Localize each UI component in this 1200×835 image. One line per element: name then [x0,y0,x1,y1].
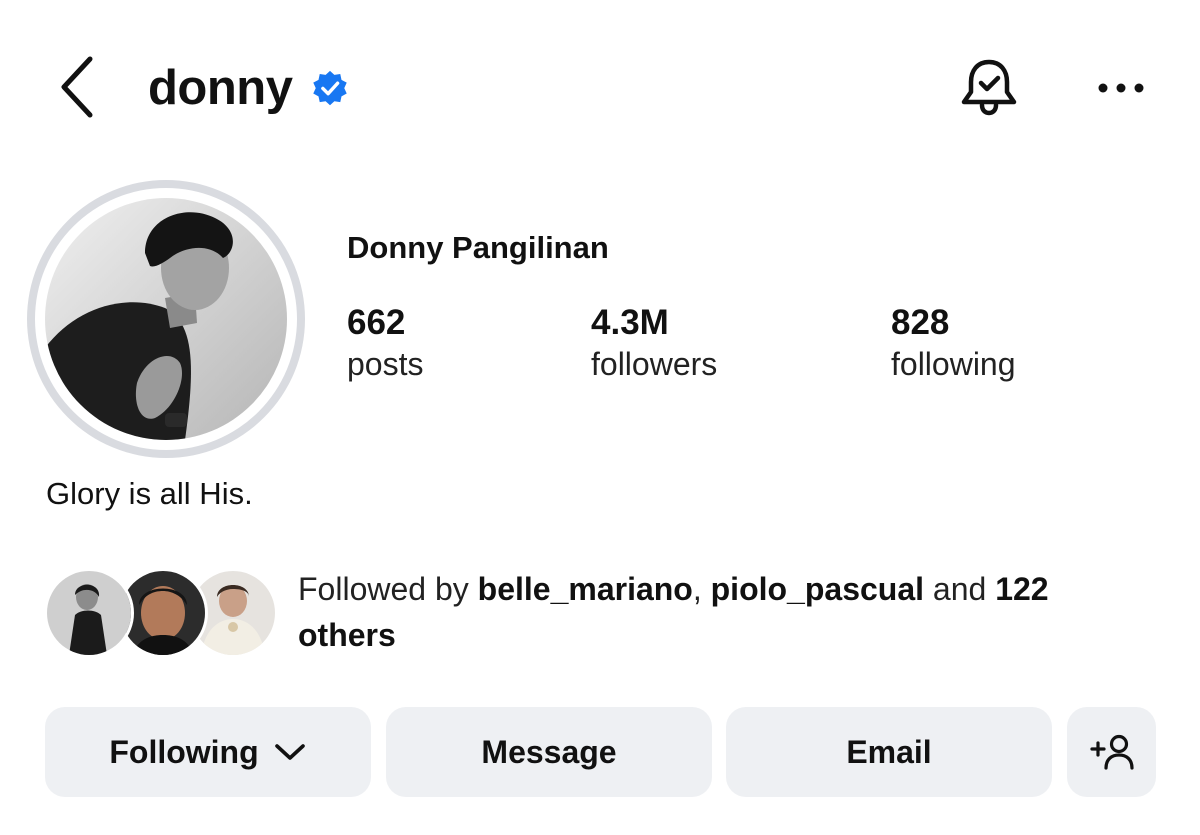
others-label: others [298,617,396,653]
stat-label: following [891,346,1016,382]
stat-value: 828 [891,303,950,342]
profile-full-name: Donny Pangilinan [347,230,609,265]
stat-following[interactable]: 828 following [891,302,1016,384]
stat-posts[interactable]: 662 posts [347,302,423,384]
others-count: 122 [995,571,1049,607]
following-label: Following [109,733,259,770]
profile-avatar[interactable] [45,198,287,440]
add-person-icon [1089,734,1134,770]
message-label: Message [481,733,617,770]
stat-followers[interactable]: 4.3M followers [591,302,717,384]
stat-label: followers [591,346,718,382]
message-button[interactable]: Message [386,707,712,797]
stat-value: 4.3M [591,303,669,342]
email-label: Email [846,733,932,770]
back-button[interactable] [52,55,102,119]
profile-username: donny [148,61,293,115]
profile-bio: Glory is all His. [46,476,253,511]
followed-by-separator: , [692,571,711,607]
verified-badge-icon [311,69,349,107]
followed-by-prefix: Followed by [298,571,478,607]
stat-label: posts [347,346,424,382]
mutual-follower-avatar[interactable] [44,568,134,658]
notification-bell-button[interactable] [957,56,1021,120]
suggested-people-button[interactable] [1067,707,1156,797]
mutual-username-link[interactable]: belle_mariano [478,571,693,607]
more-horizontal-icon [1098,83,1144,93]
chevron-left-icon [61,56,93,118]
more-options-button[interactable] [1095,78,1147,98]
following-button[interactable]: Following [45,707,371,797]
followed-by-and: and [924,571,996,607]
profile-photo [45,198,287,440]
followed-by-text[interactable]: Followed by belle_mariano, piolo_pascual… [298,566,1158,658]
mutual-username-link[interactable]: piolo_pascual [711,571,924,607]
stat-value: 662 [347,303,406,342]
bell-check-icon [961,59,1017,116]
email-button[interactable]: Email [726,707,1052,797]
chevron-down-icon [274,744,305,760]
